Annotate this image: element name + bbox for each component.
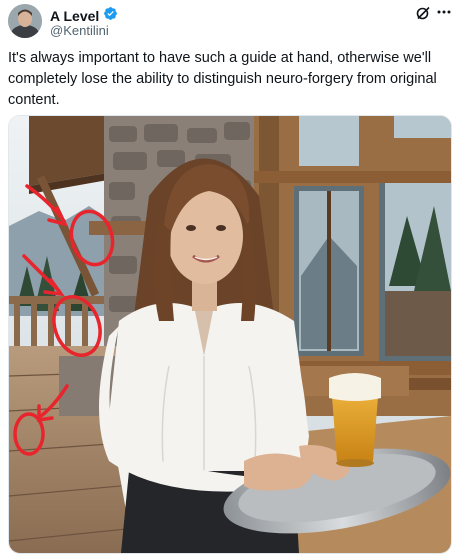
avatar[interactable]: [8, 4, 42, 38]
grok-icon[interactable]: [416, 6, 430, 20]
tweet-header: A Level @Kentilini: [8, 4, 452, 38]
author-display-name[interactable]: A Level: [50, 8, 99, 24]
avatar-photo-icon: [8, 4, 42, 38]
tweet-media-photo[interactable]: [8, 115, 452, 554]
author-handle[interactable]: @Kentilini: [50, 23, 109, 38]
tweet-card: A Level @Kentilini It's always important…: [0, 0, 460, 560]
more-options-icon[interactable]: [436, 4, 452, 20]
photo-waitress-with-beer: [9, 116, 451, 553]
tweet-text: It's always important to have such a gui…: [8, 50, 437, 108]
